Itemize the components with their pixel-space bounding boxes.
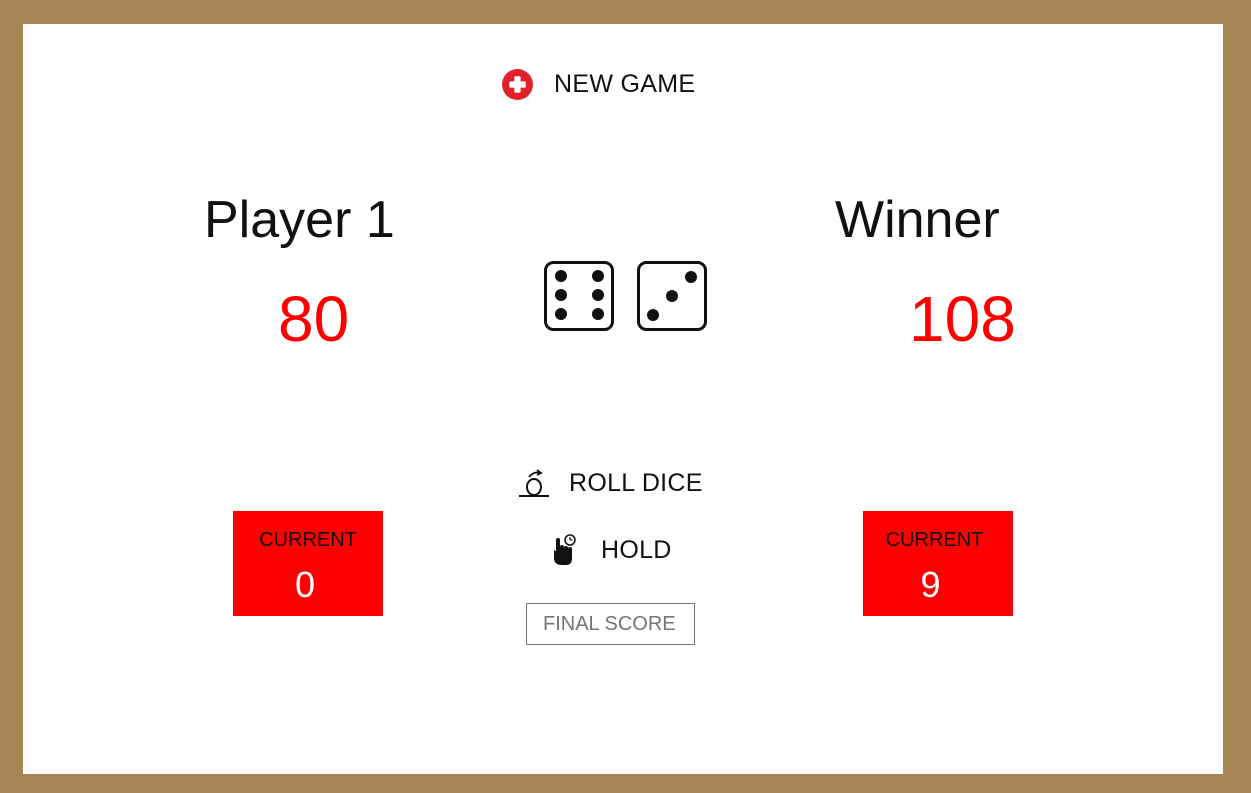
player-2-current-value: 9 <box>920 564 941 605</box>
dice-six-icon <box>544 261 614 331</box>
player-2-name: Winner <box>835 191 1000 249</box>
game-board: NEW GAME Player 1 Winner 80 108 ROLL DIC… <box>23 24 1223 774</box>
player-1-current-value: 0 <box>294 564 316 605</box>
player-1-name: Player 1 <box>204 191 395 249</box>
hold-button[interactable]: HOLD <box>550 534 672 566</box>
hold-label: HOLD <box>601 535 672 564</box>
roll-dice-button[interactable]: ROLL DICE <box>517 466 703 500</box>
plus-circle-icon <box>502 69 533 100</box>
player-2-score: 108 <box>909 283 1016 355</box>
player-1-current-label: CURRENT <box>259 529 357 551</box>
hand-pointer-icon <box>554 534 576 565</box>
player-2-current-box: CURRENT 9 <box>863 511 1013 616</box>
roll-dice-icon <box>519 469 549 497</box>
new-game-button[interactable]: NEW GAME <box>501 68 695 101</box>
new-game-label: NEW GAME <box>554 70 696 98</box>
dice-three-icon <box>637 261 707 331</box>
player-2-current-label: CURRENT <box>885 529 984 551</box>
final-score-input[interactable] <box>526 603 695 645</box>
roll-dice-label: ROLL DICE <box>569 468 703 497</box>
player-1-score: 80 <box>278 283 350 355</box>
player-1-current-box: CURRENT 0 <box>233 511 383 616</box>
